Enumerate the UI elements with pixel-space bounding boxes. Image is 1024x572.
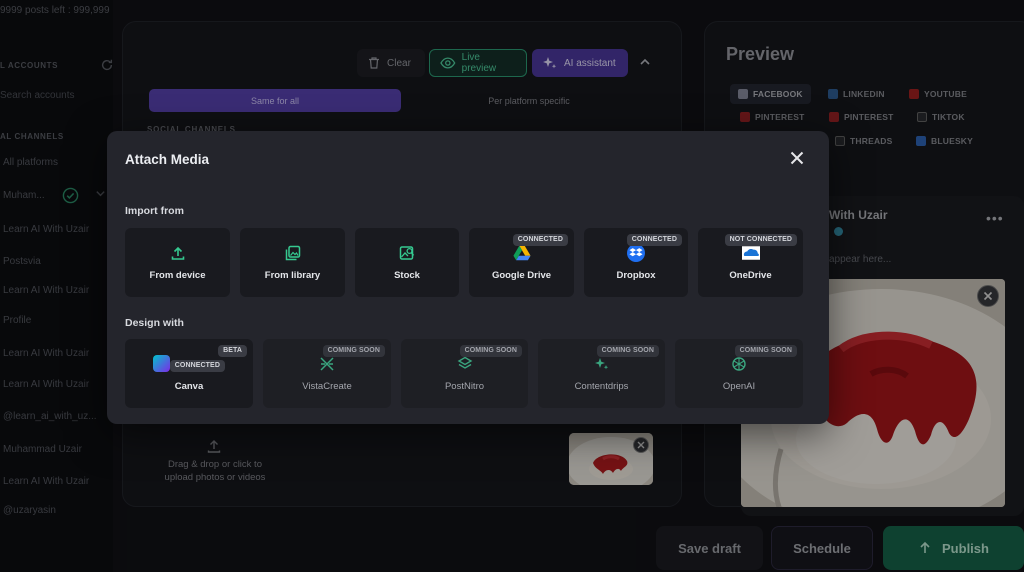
library-icon xyxy=(284,244,302,262)
tile-label: Contentdrips xyxy=(574,381,629,392)
coming-soon-badge: COMING SOON xyxy=(459,345,522,357)
tile-label: From library xyxy=(264,270,321,281)
postnitro-icon xyxy=(456,355,474,373)
design-vistacreate-tile: COMING SOON VistaCreate xyxy=(263,339,391,408)
tile-label: OneDrive xyxy=(729,270,772,281)
tile-label: OpenAI xyxy=(722,381,756,392)
connected-badge: CONNECTED xyxy=(512,234,568,246)
import-google-drive-tile[interactable]: CONNECTED Google Drive xyxy=(469,228,574,297)
upload-icon xyxy=(169,244,187,262)
tile-label: Stock xyxy=(394,270,420,281)
connected-badge: CONNECTED xyxy=(169,360,225,372)
import-onedrive-tile[interactable]: NOT CONNECTED OneDrive xyxy=(698,228,803,297)
design-with-label: Design with xyxy=(125,317,184,329)
onedrive-icon xyxy=(741,244,760,262)
design-canva-tile[interactable]: BETA CONNECTED Canva xyxy=(125,339,253,408)
design-contentdrips-tile: COMING SOON Contentdrips xyxy=(538,339,665,408)
canva-icon-wrap: CONNECTED xyxy=(153,355,225,373)
coming-soon-badge: COMING SOON xyxy=(596,345,659,357)
modal-title: Attach Media xyxy=(125,152,210,167)
coming-soon-badge: COMING SOON xyxy=(322,345,385,357)
connected-badge: CONNECTED xyxy=(626,234,682,246)
contentdrips-icon xyxy=(593,355,611,373)
dropbox-icon xyxy=(627,244,645,262)
tile-label: VistaCreate xyxy=(302,381,352,392)
design-openai-tile: COMING SOON OpenAI xyxy=(675,339,803,408)
tile-label: PostNitro xyxy=(444,381,485,392)
close-icon[interactable] xyxy=(788,149,806,167)
beta-badge: BETA xyxy=(218,345,247,357)
import-from-library-tile[interactable]: From library xyxy=(240,228,345,297)
attach-media-modal: Attach Media Import from From device Fro… xyxy=(107,131,829,424)
google-drive-icon xyxy=(512,244,531,262)
tile-label: From device xyxy=(149,270,206,281)
import-dropbox-tile[interactable]: CONNECTED Dropbox xyxy=(584,228,688,297)
tile-label: Canva xyxy=(174,381,204,392)
tile-label: Dropbox xyxy=(616,270,656,281)
import-from-device-tile[interactable]: From device xyxy=(125,228,230,297)
import-stock-tile[interactable]: Stock xyxy=(355,228,459,297)
openai-icon xyxy=(730,355,748,373)
tile-label: Google Drive xyxy=(491,270,552,281)
stock-image-icon xyxy=(398,244,416,262)
import-from-label: Import from xyxy=(125,205,184,217)
canva-icon xyxy=(153,355,170,372)
coming-soon-badge: COMING SOON xyxy=(734,345,797,357)
vistacreate-icon xyxy=(318,355,336,373)
not-connected-badge: NOT CONNECTED xyxy=(724,234,797,246)
design-postnitro-tile: COMING SOON PostNitro xyxy=(401,339,528,408)
